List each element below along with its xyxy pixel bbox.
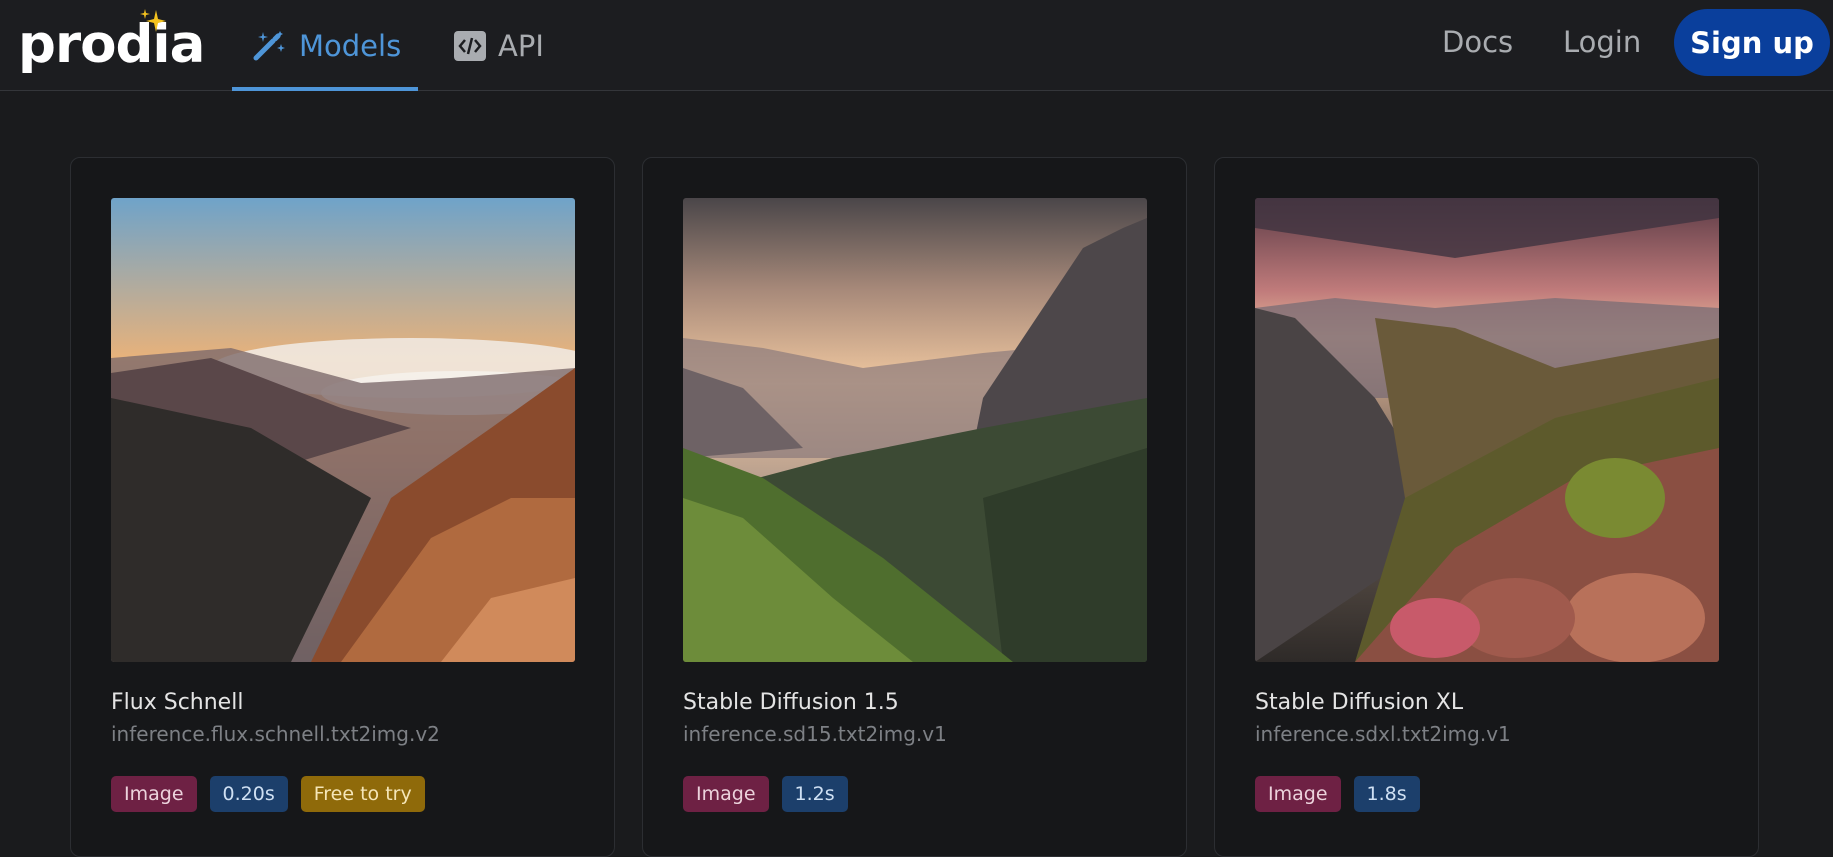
type-badge: Image — [683, 776, 769, 812]
model-name: Stable Diffusion 1.5 — [683, 690, 899, 715]
login-link[interactable]: Login — [1563, 0, 1641, 84]
model-card-stable-diffusion-xl[interactable]: Stable Diffusion XL inference.sdxl.txt2i… — [1214, 157, 1759, 857]
model-name: Stable Diffusion XL — [1255, 690, 1464, 715]
type-badge: Image — [1255, 776, 1341, 812]
model-card-flux-schnell[interactable]: Flux Schnell inference.flux.schnell.txt2… — [70, 157, 615, 857]
model-card-stable-diffusion-1-5[interactable]: Stable Diffusion 1.5 inference.sd15.txt2… — [642, 157, 1187, 857]
tab-api[interactable]: API — [454, 0, 544, 91]
model-thumbnail — [1255, 198, 1719, 662]
active-tab-indicator — [232, 87, 418, 91]
free-to-try-badge: Free to try — [300, 776, 425, 812]
docs-link[interactable]: Docs — [1442, 0, 1513, 84]
model-id: inference.sdxl.txt2img.v1 — [1255, 722, 1511, 746]
type-badge: Image — [111, 776, 197, 812]
badge-row: Image 1.8s — [1255, 776, 1420, 812]
signup-button[interactable]: Sign up — [1674, 9, 1830, 76]
speed-badge: 0.20s — [209, 776, 288, 812]
model-thumbnail — [683, 198, 1147, 662]
tab-models[interactable]: Models — [253, 0, 401, 91]
model-id: inference.flux.schnell.txt2img.v2 — [111, 722, 440, 746]
tab-api-label: API — [498, 28, 544, 63]
model-name: Flux Schnell — [111, 690, 244, 715]
speed-badge: 1.2s — [781, 776, 848, 812]
top-navigation-bar: prodia Models API Docs Login Sign up — [0, 0, 1833, 91]
model-thumbnail — [111, 198, 575, 662]
prodia-logo[interactable]: prodia — [18, 18, 205, 71]
badge-row: Image 1.2s — [683, 776, 848, 812]
tab-models-label: Models — [299, 28, 402, 63]
model-id: inference.sd15.txt2img.v1 — [683, 722, 947, 746]
code-icon — [454, 30, 486, 61]
speed-badge: 1.8s — [1353, 776, 1420, 812]
badge-row: Image 0.20s Free to try — [111, 776, 425, 812]
magic-wand-icon — [253, 30, 285, 60]
sparkle-icon — [140, 9, 166, 32]
